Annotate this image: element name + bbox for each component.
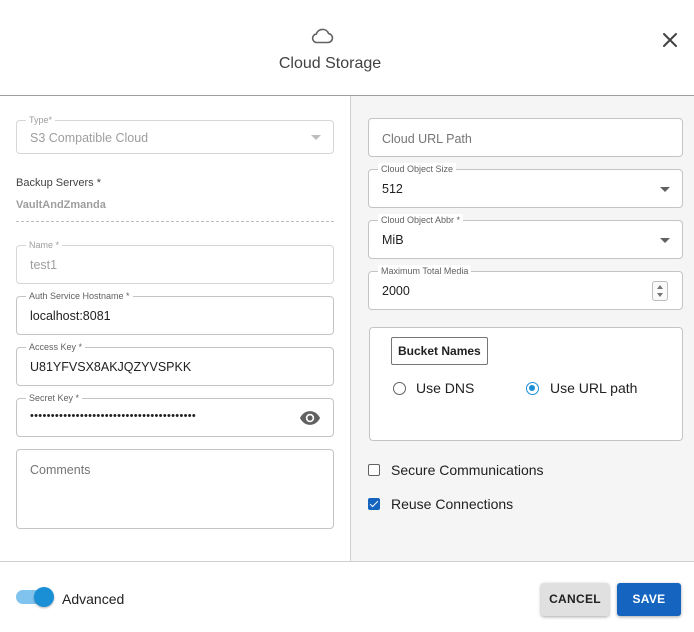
dialog-header: Cloud Storage	[0, 0, 694, 96]
access-key-value: U81YFVSX8AKJQZYVSPKK	[30, 360, 192, 374]
use-dns-radio[interactable]	[393, 382, 406, 395]
auth-hostname-value: localhost:8081	[30, 309, 111, 323]
auth-hostname-label: Auth Service Hostname *	[26, 290, 133, 302]
secure-communications-checkbox[interactable]	[368, 464, 380, 476]
dialog-footer: Advanced CANCEL SAVE	[0, 561, 694, 632]
access-key-label: Access Key *	[26, 341, 86, 353]
name-label: Name *	[26, 239, 63, 251]
right-pane: Cloud URL Path Cloud Object Size 512 Clo…	[350, 96, 694, 561]
access-key-field[interactable]: Access Key * U81YFVSX8AKJQZYVSPKK	[16, 341, 334, 386]
chevron-down-icon	[660, 238, 670, 243]
cloud-object-abbr-value: MiB	[382, 233, 404, 247]
toggle-knob[interactable]	[34, 587, 54, 607]
close-icon[interactable]	[658, 28, 682, 52]
secure-communications-label[interactable]: Secure Communications	[391, 462, 544, 478]
max-total-media-value: 2000	[382, 284, 410, 298]
cloud-object-abbr-label: Cloud Object Abbr *	[378, 214, 464, 226]
secret-key-value: ••••••••••••••••••••••••••••••••••••••••	[30, 410, 197, 422]
reuse-connections-checkbox[interactable]	[368, 498, 380, 510]
type-label: Type*	[26, 114, 56, 126]
max-total-media-field[interactable]: Maximum Total Media 2000	[368, 265, 683, 310]
chevron-down-icon	[660, 187, 670, 192]
secret-key-label: Secret Key *	[26, 392, 83, 404]
cloud-icon	[311, 28, 334, 44]
comments-field[interactable]: Comments	[16, 449, 334, 529]
cloud-url-path-placeholder: Cloud URL Path	[382, 132, 472, 146]
cloud-url-path-field[interactable]: Cloud URL Path	[368, 118, 683, 157]
eye-icon[interactable]	[299, 409, 321, 427]
use-url-path-radio[interactable]	[526, 382, 539, 395]
type-value: S3 Compatible Cloud	[30, 131, 149, 145]
cloud-object-size-select[interactable]: Cloud Object Size 512	[368, 163, 683, 208]
dialog-title: Cloud Storage	[278, 55, 382, 72]
stepper-up-icon[interactable]	[657, 285, 663, 289]
cancel-button[interactable]: CANCEL	[541, 583, 609, 616]
chevron-down-icon	[311, 135, 321, 140]
max-total-media-label: Maximum Total Media	[378, 265, 472, 277]
number-stepper[interactable]	[652, 281, 668, 301]
cloud-object-abbr-select[interactable]: Cloud Object Abbr * MiB	[368, 214, 683, 259]
use-url-path-label[interactable]: Use URL path	[550, 380, 637, 396]
use-dns-label[interactable]: Use DNS	[416, 380, 474, 396]
backup-servers-label: Backup Servers *	[16, 177, 101, 189]
advanced-label: Advanced	[62, 591, 125, 607]
secret-key-field[interactable]: Secret Key * •••••••••••••••••••••••••••…	[16, 392, 334, 437]
stepper-down-icon[interactable]	[657, 293, 663, 297]
auth-hostname-field[interactable]: Auth Service Hostname * localhost:8081	[16, 290, 334, 335]
bucket-names-title: Bucket Names	[391, 337, 488, 365]
comments-placeholder: Comments	[30, 463, 91, 477]
advanced-toggle[interactable]	[16, 587, 54, 607]
cloud-object-size-label: Cloud Object Size	[378, 163, 457, 175]
bucket-names-group: Bucket Names Use DNS Use URL path	[369, 327, 683, 441]
backup-servers-value: VaultAndZmanda	[16, 199, 106, 211]
cloud-object-size-value: 512	[382, 182, 403, 196]
name-field[interactable]: Name * test1	[16, 239, 334, 284]
save-button[interactable]: SAVE	[617, 583, 681, 616]
divider	[16, 221, 334, 222]
reuse-connections-label[interactable]: Reuse Connections	[391, 496, 513, 512]
type-select[interactable]: Type* S3 Compatible Cloud	[16, 114, 334, 154]
name-value: test1	[30, 258, 58, 272]
